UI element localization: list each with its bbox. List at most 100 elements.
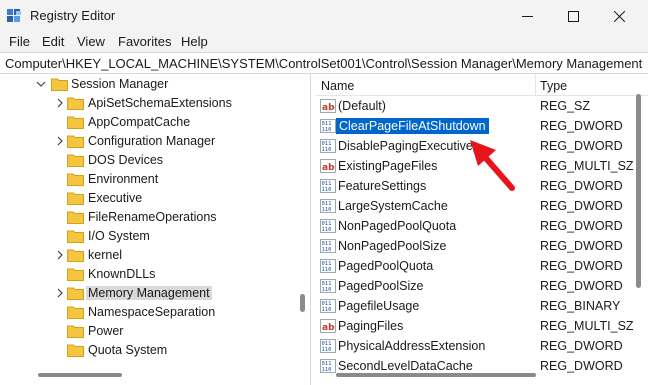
value-name: FeatureSettings (338, 179, 427, 193)
binary-value-icon: 011110 (320, 199, 336, 213)
svg-text:110: 110 (322, 227, 332, 233)
value-type: REG_BINARY (540, 299, 621, 313)
list-horizontal-scrollbar[interactable] (316, 368, 632, 382)
tree-item[interactable]: Executive (0, 189, 296, 208)
minimize-button[interactable] (504, 0, 550, 32)
value-type: REG_MULTI_SZ (540, 319, 634, 333)
value-name: PagingFiles (338, 319, 404, 333)
tree-item-label: Power (88, 324, 124, 338)
tree-item[interactable]: kernel (0, 246, 296, 265)
list-vertical-scroll-thumb[interactable] (636, 94, 641, 288)
value-type: REG_DWORD (540, 219, 623, 233)
close-button[interactable] (596, 0, 642, 32)
svg-text:110: 110 (322, 147, 332, 153)
tree-item-label: ApiSetSchemaExtensions (88, 96, 232, 110)
chevron-right-icon[interactable] (55, 136, 65, 146)
tree-item[interactable]: DOS Devices (0, 151, 296, 170)
value-row[interactable]: 011 110 LargeSystemCache REG_DWORD (316, 196, 632, 216)
maximize-button[interactable] (550, 0, 596, 32)
value-name: ExistingPageFiles (338, 159, 438, 173)
menu-view[interactable]: View (77, 34, 105, 49)
tree-item-label: Configuration Manager (88, 134, 216, 148)
tree-vertical-scroll-thumb[interactable] (300, 294, 305, 312)
list-header: Name Type (316, 74, 648, 96)
value-type: REG_DWORD (540, 139, 623, 153)
svg-text:110: 110 (322, 127, 332, 133)
list-horizontal-scroll-thumb[interactable] (336, 373, 536, 377)
value-row[interactable]: 011 110 PagedPoolSize REG_DWORD (316, 276, 632, 296)
tree-item[interactable]: I/O System (0, 227, 296, 246)
chevron-right-icon[interactable] (55, 250, 65, 260)
tree-item[interactable]: KnownDLLs (0, 265, 296, 284)
value-name: PagedPoolSize (338, 279, 424, 293)
column-divider[interactable] (535, 74, 536, 96)
menu-edit[interactable]: Edit (42, 34, 64, 49)
list-vertical-scrollbar[interactable] (632, 74, 646, 385)
value-name: LargeSystemCache (338, 199, 448, 213)
tree-item[interactable]: ApiSetSchemaExtensions (0, 94, 296, 113)
string-value-icon: ab (320, 319, 336, 333)
svg-text:110: 110 (322, 247, 332, 253)
tree-vertical-scrollbar[interactable] (296, 74, 310, 385)
column-header-type[interactable]: Type (540, 79, 567, 93)
tree-horizontal-scroll-thumb[interactable] (38, 373, 122, 377)
tree-item[interactable]: FileRenameOperations (0, 208, 296, 227)
value-name: NonPagedPoolSize (338, 239, 447, 253)
tree-item-label: FileRenameOperations (88, 210, 217, 224)
value-type: REG_DWORD (540, 279, 623, 293)
svg-text:ab: ab (322, 163, 335, 173)
menu-favorites[interactable]: Favorites (118, 34, 171, 49)
tree-item[interactable]: AppCompatCache (0, 113, 296, 132)
menu-help[interactable]: Help (181, 34, 208, 49)
folder-icon (67, 306, 84, 319)
tree-item-label: AppCompatCache (88, 115, 191, 129)
address-path[interactable]: Computer\HKEY_LOCAL_MACHINE\SYSTEM\Contr… (5, 56, 642, 71)
binary-value-icon: 011110 (320, 279, 336, 293)
chevron-right-icon[interactable] (55, 288, 65, 298)
tree-horizontal-scrollbar[interactable] (0, 368, 296, 382)
svg-text:110: 110 (322, 267, 332, 273)
chevron-down-icon[interactable] (36, 79, 46, 89)
annotation-arrow-icon (470, 140, 515, 191)
menu-bar: File Edit View Favorites Help (0, 32, 648, 52)
address-bar[interactable]: Computer\HKEY_LOCAL_MACHINE\SYSTEM\Contr… (0, 52, 648, 74)
tree-item[interactable]: Memory Management (0, 284, 296, 303)
value-row[interactable]: ab PagingFiles REG_MULTI_SZ (316, 316, 634, 336)
value-row[interactable]: 011 110 PhysicalAddressExtension REG_DWORD (316, 336, 632, 356)
value-row[interactable]: 011 110 ClearPageFileAtShutdown REG_DWORD (316, 116, 632, 136)
svg-text:110: 110 (322, 347, 332, 353)
svg-text:110: 110 (322, 207, 332, 213)
value-row[interactable]: 011 110 PagefileUsage REG_BINARY (316, 296, 632, 316)
tree-item[interactable]: NamespaceSeparation (0, 303, 296, 322)
column-header-name[interactable]: Name (321, 79, 354, 93)
tree-item[interactable]: Quota System (0, 341, 296, 360)
tree-item[interactable]: Environment (0, 170, 296, 189)
value-type: REG_DWORD (540, 259, 623, 273)
menu-file[interactable]: File (9, 34, 30, 49)
value-type: REG_SZ (540, 99, 591, 113)
tree-item-session-manager[interactable]: Session Manager (0, 75, 296, 94)
tree-item[interactable]: Configuration Manager (0, 132, 296, 151)
value-type: REG_DWORD (540, 239, 623, 253)
annotation-arrow-shaft (481, 153, 515, 191)
maximize-icon (567, 10, 579, 22)
tree-item-label: NamespaceSeparation (88, 305, 216, 319)
value-row[interactable]: 011 110 NonPagedPoolSize REG_DWORD (316, 236, 632, 256)
value-name: DisablePagingExecutive (338, 139, 473, 153)
value-row[interactable]: 011 110 NonPagedPoolQuota REG_DWORD (316, 216, 632, 236)
folder-icon (67, 230, 84, 243)
string-value-icon: ab (320, 159, 336, 173)
tree-item[interactable]: Power (0, 322, 296, 341)
values-list-pane[interactable]: Name Type ab (Default) REG_SZ 011 110 ClearPa… (316, 74, 648, 385)
key-tree-pane[interactable]: Session Manager ApiSetSchemaExtensions Ap… (0, 74, 311, 385)
value-row[interactable]: 011 110 PagedPoolQuota REG_DWORD (316, 256, 632, 276)
tree-item-label: KnownDLLs (88, 267, 156, 281)
binary-value-icon: 011110 (320, 299, 336, 313)
value-type: REG_DWORD (540, 179, 623, 193)
tree-item-label: kernel (88, 248, 123, 262)
folder-icon (67, 154, 84, 167)
chevron-right-icon[interactable] (55, 98, 65, 108)
value-row[interactable]: ab (Default) REG_SZ (316, 96, 632, 116)
minimize-icon (521, 15, 533, 17)
tree-item-label: Memory Management (86, 286, 212, 300)
